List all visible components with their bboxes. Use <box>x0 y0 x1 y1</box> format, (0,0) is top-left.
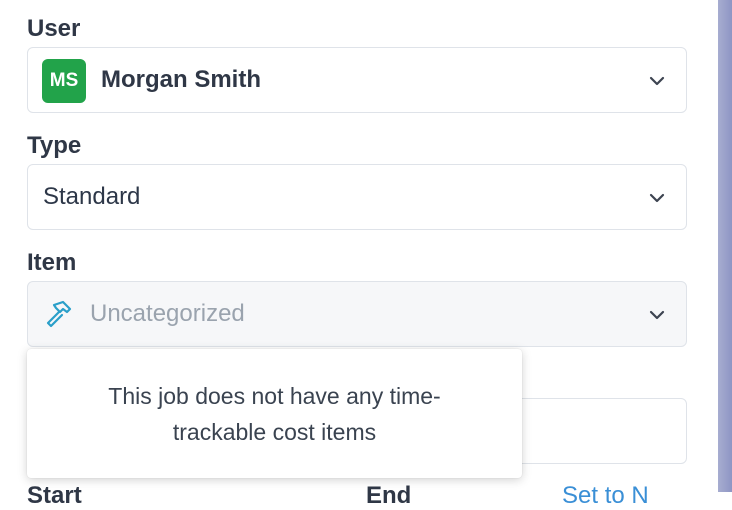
type-select[interactable]: Standard <box>27 164 687 230</box>
user-select[interactable]: MS Morgan Smith <box>27 47 687 113</box>
user-name: Morgan Smith <box>101 66 261 93</box>
start-label: Start <box>27 482 82 509</box>
chevron-down-icon[interactable] <box>646 304 668 326</box>
chevron-down-icon[interactable] <box>646 187 668 209</box>
avatar: MS <box>42 59 86 103</box>
item-select[interactable]: Uncategorized <box>27 281 687 347</box>
end-label: End <box>366 482 412 509</box>
type-label: Type <box>27 132 82 159</box>
hammer-icon <box>46 300 72 328</box>
chevron-down-icon[interactable] <box>646 70 668 92</box>
popover-message: This job does not have any time-trackabl… <box>108 382 441 445</box>
no-items-popover: This job does not have any time-trackabl… <box>27 349 522 478</box>
side-panel-edge <box>718 0 732 492</box>
item-placeholder: Uncategorized <box>90 300 245 327</box>
set-to-now-link[interactable]: Set to N <box>562 482 649 510</box>
type-value: Standard <box>43 183 141 210</box>
item-label: Item <box>27 249 77 276</box>
user-label: User <box>27 15 81 42</box>
